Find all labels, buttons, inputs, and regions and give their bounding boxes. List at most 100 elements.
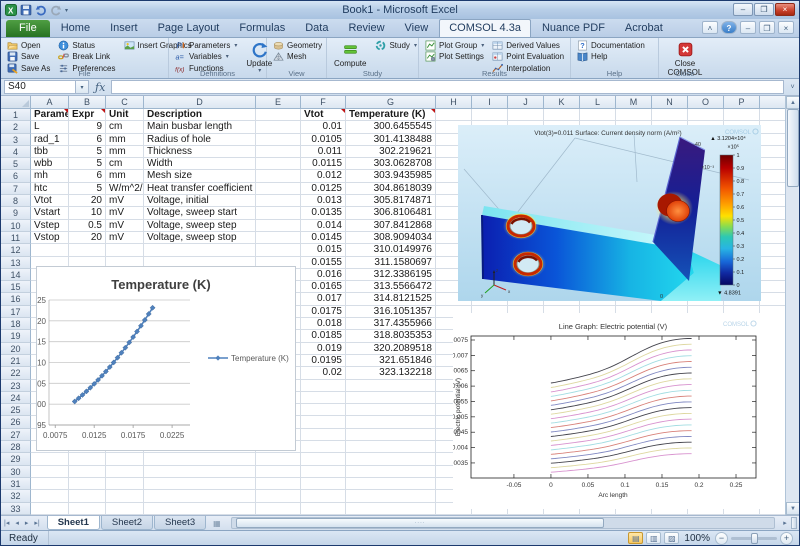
row-header-6[interactable]: 6 xyxy=(1,170,31,183)
cell-D32[interactable] xyxy=(144,490,256,503)
row-header-5[interactable]: 5 xyxy=(1,158,31,171)
cell-E31[interactable] xyxy=(256,477,301,491)
cell-16[interactable] xyxy=(760,293,787,306)
cell-C32[interactable] xyxy=(106,490,144,503)
minimize-button[interactable]: – xyxy=(733,3,753,16)
cell-1[interactable] xyxy=(760,109,787,122)
tab-data[interactable]: Data xyxy=(296,20,337,37)
next-sheet-icon[interactable]: ▸ xyxy=(22,519,32,527)
cell-G18[interactable]: 317.4355966 xyxy=(346,318,436,331)
cell-G15[interactable]: 313.5566472 xyxy=(346,281,436,294)
row-header-27[interactable]: 27 xyxy=(1,428,31,442)
cell-G32[interactable] xyxy=(346,490,436,503)
cell-F2[interactable]: 0.01 xyxy=(301,121,346,134)
cell-10[interactable] xyxy=(760,219,787,232)
cell-F18[interactable]: 0.018 xyxy=(301,318,346,331)
cell-E8[interactable] xyxy=(256,195,301,208)
cell-A32[interactable] xyxy=(31,490,69,503)
cell-F20[interactable]: 0.019 xyxy=(301,342,346,355)
column-header-B[interactable]: B xyxy=(69,96,106,109)
compute-button[interactable]: Compute xyxy=(331,40,369,69)
cell-K1[interactable] xyxy=(544,109,580,122)
cell-G23[interactable] xyxy=(346,379,436,392)
cell-13[interactable] xyxy=(760,256,787,269)
column-header-D[interactable]: D xyxy=(144,96,256,109)
cell-E29[interactable] xyxy=(256,453,301,466)
cell-G13[interactable]: 311.1580697 xyxy=(346,256,436,269)
comsol-line-graph[interactable]: Line Graph: Electric potential (V) COMSOL… xyxy=(448,313,787,509)
row-header-29[interactable]: 29 xyxy=(1,453,31,466)
cell-A10[interactable]: Vstep xyxy=(31,219,69,232)
row-header-33[interactable]: 33 xyxy=(1,502,31,515)
cell-G19[interactable]: 318.8035353 xyxy=(346,330,436,343)
cell-B8[interactable]: 20 xyxy=(69,195,106,208)
tab-insert[interactable]: Insert xyxy=(101,20,147,37)
normal-view-button[interactable]: ▤ xyxy=(628,532,644,544)
cell-D1[interactable]: Description xyxy=(144,109,256,122)
cell-G16[interactable]: 314.8121525 xyxy=(346,293,436,306)
cell-F22[interactable]: 0.02 xyxy=(301,367,346,380)
formula-bar-expand-icon[interactable]: ˅ xyxy=(786,84,799,91)
tab-nuance-pdf[interactable]: Nuance PDF xyxy=(533,20,614,37)
cell-G26[interactable] xyxy=(346,416,436,429)
scroll-down-icon[interactable]: ▼ xyxy=(786,502,799,515)
column-header-O[interactable]: O xyxy=(688,96,724,109)
cell-G31[interactable] xyxy=(346,477,436,491)
cell-G7[interactable]: 304.8618039 xyxy=(346,182,436,196)
cell-F24[interactable] xyxy=(301,391,346,405)
vertical-scroll-thumb[interactable] xyxy=(787,109,799,187)
cell-O1[interactable] xyxy=(688,109,724,122)
cell-F9[interactable]: 0.0135 xyxy=(301,207,346,220)
horizontal-scrollbar[interactable]: ∙∙∙∙ xyxy=(230,517,775,529)
cell-E5[interactable] xyxy=(256,158,301,171)
grid-corner[interactable] xyxy=(1,96,31,109)
cell-A12[interactable] xyxy=(31,244,69,257)
cell-F10[interactable]: 0.014 xyxy=(301,219,346,232)
cell-D5[interactable]: Width xyxy=(144,158,256,171)
cell-D30[interactable] xyxy=(144,465,256,478)
cell-G24[interactable] xyxy=(346,391,436,405)
comsol-surface-plot[interactable]: z x y Vtot(3)=0.011 Surface: Current den… xyxy=(458,125,761,301)
cell-F32[interactable] xyxy=(301,490,346,503)
cell-B1[interactable]: Expr xyxy=(69,109,106,122)
plot-settings-button[interactable]: Plot Settings xyxy=(423,52,486,63)
cell-G27[interactable] xyxy=(346,428,436,442)
row-header-7[interactable]: 7 xyxy=(1,182,31,196)
tab-formulas[interactable]: Formulas xyxy=(230,20,294,37)
cell-G29[interactable] xyxy=(346,453,436,466)
row-header-14[interactable]: 14 xyxy=(1,268,31,282)
cell-G9[interactable]: 306.8106481 xyxy=(346,207,436,220)
cell-C4[interactable]: mm xyxy=(106,145,144,159)
column-header-M[interactable]: M xyxy=(616,96,652,109)
cell-N1[interactable] xyxy=(652,109,688,122)
cell-G30[interactable] xyxy=(346,465,436,478)
cell-E1[interactable] xyxy=(256,109,301,122)
cell-G28[interactable] xyxy=(346,441,436,454)
cell-C5[interactable]: cm xyxy=(106,158,144,171)
cell-D11[interactable]: Voltage, sweep stop xyxy=(144,231,256,245)
cell-F1[interactable]: Vtot xyxy=(301,109,346,122)
embedded-temperature-chart[interactable]: Temperature (K) 295 300 305 310 315 320 325 0.00… xyxy=(33,266,296,451)
column-header-I[interactable]: I xyxy=(472,96,508,109)
row-header-28[interactable]: 28 xyxy=(1,441,31,454)
cell-A11[interactable]: Vstop xyxy=(31,231,69,245)
cell-E9[interactable] xyxy=(256,207,301,220)
cell-E6[interactable] xyxy=(256,170,301,183)
scroll-up-icon[interactable]: ▲ xyxy=(786,96,799,109)
cell-F15[interactable]: 0.0165 xyxy=(301,281,346,294)
cell-F30[interactable] xyxy=(301,465,346,478)
name-box[interactable]: S40 xyxy=(4,80,76,94)
column-header-L[interactable]: L xyxy=(580,96,616,109)
cell-I1[interactable] xyxy=(472,109,508,122)
cell-F11[interactable]: 0.0145 xyxy=(301,231,346,245)
cell-M1[interactable] xyxy=(616,109,652,122)
zoom-out-button[interactable]: − xyxy=(715,531,728,545)
cell-B32[interactable] xyxy=(69,490,106,503)
row-header-23[interactable]: 23 xyxy=(1,379,31,392)
cell-F14[interactable]: 0.016 xyxy=(301,268,346,282)
row-header-24[interactable]: 24 xyxy=(1,391,31,405)
cell-F31[interactable] xyxy=(301,477,346,491)
row-header-21[interactable]: 21 xyxy=(1,354,31,368)
point-evaluation-button[interactable]: Point Evaluation xyxy=(490,52,566,63)
cell-A1[interactable]: Parameter xyxy=(31,109,69,122)
